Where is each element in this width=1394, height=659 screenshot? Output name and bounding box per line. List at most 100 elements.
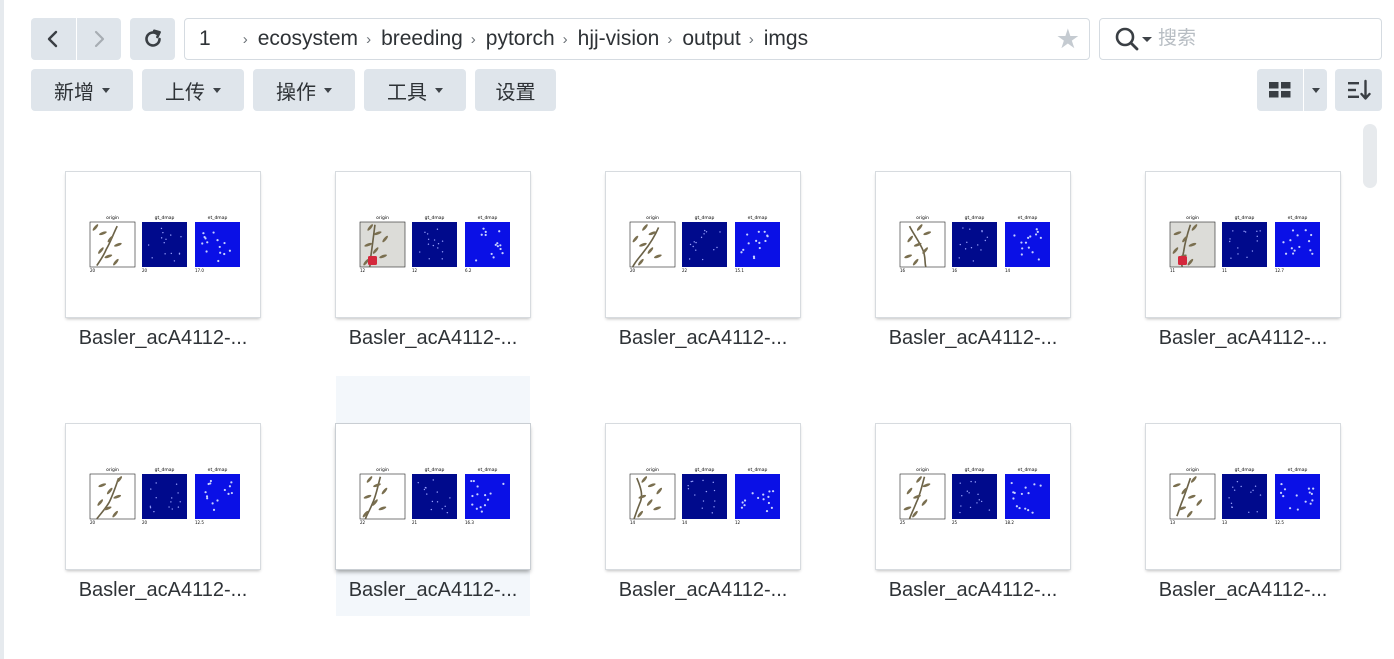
density-point — [480, 510, 483, 513]
density-point — [1027, 509, 1030, 512]
panel-title: gt_dmap — [425, 467, 445, 473]
density-point — [436, 491, 438, 493]
breadcrumb-hjj-vision[interactable]: hjj-vision — [578, 27, 660, 51]
file-thumbnail: origin 20 gt_dmap 22 et_dmap 15.1 — [606, 172, 800, 317]
density-point — [964, 248, 967, 250]
density-point — [713, 248, 715, 251]
density-point — [704, 229, 706, 232]
density-point — [1034, 233, 1038, 236]
density-point — [1290, 247, 1293, 250]
density-point — [1304, 500, 1307, 503]
density-point — [160, 237, 163, 239]
search-box[interactable] — [1099, 18, 1382, 60]
view-mode-dropdown[interactable] — [1304, 69, 1327, 111]
file-tile[interactable]: origin 14 gt_dmap 14 et_dmap 12 Basler_acA4112… — [606, 376, 800, 616]
density-point — [162, 231, 164, 234]
density-point — [219, 251, 222, 254]
new-button[interactable]: 新增 — [31, 69, 133, 111]
density-point — [170, 234, 172, 236]
view-mode-button[interactable] — [1257, 69, 1303, 111]
density-point — [484, 230, 487, 233]
density-point — [687, 488, 690, 490]
density-point — [1296, 234, 1299, 237]
breadcrumb-pytorch[interactable]: pytorch — [486, 27, 555, 51]
density-point — [752, 255, 756, 258]
breadcrumb-ecosystem[interactable]: ecosystem — [258, 27, 358, 51]
density-point — [969, 228, 971, 230]
density-point — [475, 259, 478, 262]
density-point — [479, 506, 482, 509]
tools-button[interactable]: 工具 — [364, 69, 466, 111]
file-tile[interactable]: origin 20 gt_dmap 22 et_dmap 15.1 Basler_acA41… — [606, 124, 800, 364]
panel-count: 22 — [682, 268, 688, 273]
dropdown-caret-icon — [213, 87, 221, 93]
density-point — [223, 252, 226, 256]
density-point — [694, 494, 696, 496]
density-point — [496, 245, 499, 248]
panel-title: et_dmap — [1288, 215, 1308, 221]
file-tile[interactable]: origin 20 gt_dmap 20 et_dmap 12.5 Basler_acA41… — [66, 376, 260, 616]
density-point — [163, 241, 165, 244]
action-button[interactable]: 操作 — [253, 69, 355, 111]
density-point — [1288, 507, 1292, 510]
breadcrumb-imgs[interactable]: imgs — [764, 27, 808, 51]
file-tile[interactable]: origin 13 gt_dmap 13 et_dmap 12.5 Basler_acA41… — [1146, 376, 1340, 616]
file-thumbnail: origin 14 gt_dmap 14 et_dmap 12 — [606, 424, 800, 569]
search-options-caret-icon[interactable] — [1142, 36, 1152, 42]
refresh-button[interactable] — [130, 18, 175, 60]
density-point — [695, 249, 697, 251]
density-point — [217, 259, 220, 263]
density-point — [1010, 481, 1013, 485]
density-point — [417, 481, 419, 484]
density-point — [1248, 511, 1250, 513]
panel-title: et_dmap — [1288, 467, 1308, 473]
path-bar[interactable]: 1 › ecosystem › breeding › pytorch › hjj… — [184, 18, 1090, 60]
density-point — [425, 487, 427, 489]
upload-button[interactable]: 上传 — [142, 69, 244, 111]
density-point — [1020, 492, 1023, 496]
et-density-panel — [1275, 474, 1320, 519]
density-point — [470, 479, 473, 483]
density-point — [427, 238, 430, 241]
search-input[interactable] — [1158, 28, 1358, 50]
panel-count: 14 — [630, 520, 636, 525]
density-point — [1312, 487, 1315, 490]
density-point — [712, 481, 714, 484]
file-thumbnail: origin 13 gt_dmap 13 et_dmap 12.5 — [1146, 424, 1340, 569]
scrollbar-thumb[interactable] — [1363, 124, 1377, 188]
breadcrumb-output[interactable]: output — [682, 27, 740, 51]
result-preview-image: origin 22 gt_dmap 21 et_dmap 16.3 — [359, 467, 510, 525]
gt-density-panel — [952, 222, 997, 267]
file-tile[interactable]: origin 22 gt_dmap 21 et_dmap 16.3 Basler_acA41… — [336, 376, 530, 616]
density-point — [702, 479, 704, 482]
settings-button[interactable]: 设置 — [475, 69, 556, 111]
et-density-panel — [465, 222, 510, 267]
action-button-label: 操作 — [276, 81, 316, 104]
back-button[interactable] — [31, 18, 76, 60]
nav-buttons — [31, 18, 121, 60]
density-point — [1279, 491, 1283, 495]
density-point — [1035, 228, 1038, 231]
breadcrumb-separator-icon: › — [562, 30, 568, 48]
file-tile[interactable]: origin 25 gt_dmap 25 et_dmap 18.2 Basler_acA41… — [876, 376, 1070, 616]
sort-button[interactable] — [1335, 69, 1382, 111]
density-point — [423, 488, 426, 491]
forward-button[interactable] — [76, 18, 121, 60]
density-point — [206, 497, 209, 500]
density-point — [1310, 492, 1313, 496]
file-tile[interactable]: origin 16 gt_dmap 16 et_dmap 14 Basler_acA4112… — [876, 124, 1070, 364]
breadcrumb-breeding[interactable]: breeding — [381, 27, 463, 51]
panel-count: 11 — [1222, 268, 1228, 273]
search-icon[interactable] — [1114, 26, 1140, 52]
file-tile[interactable]: origin 20 gt_dmap 20 et_dmap 17.0 Basler_acA41… — [66, 124, 260, 364]
density-point — [211, 502, 214, 505]
density-point — [711, 512, 713, 514]
panel-count: 20 — [90, 520, 96, 525]
breadcrumb-root[interactable]: 1 — [199, 27, 211, 51]
file-thumbnail: origin 25 gt_dmap 25 et_dmap 18.2 — [876, 424, 1070, 569]
density-point — [765, 509, 769, 513]
star-icon[interactable]: ★ — [1056, 26, 1080, 53]
file-tile[interactable]: origin 11 gt_dmap 11 et_dmap 12.7 Basler_acA41… — [1146, 124, 1340, 364]
file-name: Basler_acA4112-... — [1158, 327, 1328, 349]
file-tile[interactable]: origin 12 gt_dmap 12 et_dmap 6.2 Basler_acA411… — [336, 124, 530, 364]
